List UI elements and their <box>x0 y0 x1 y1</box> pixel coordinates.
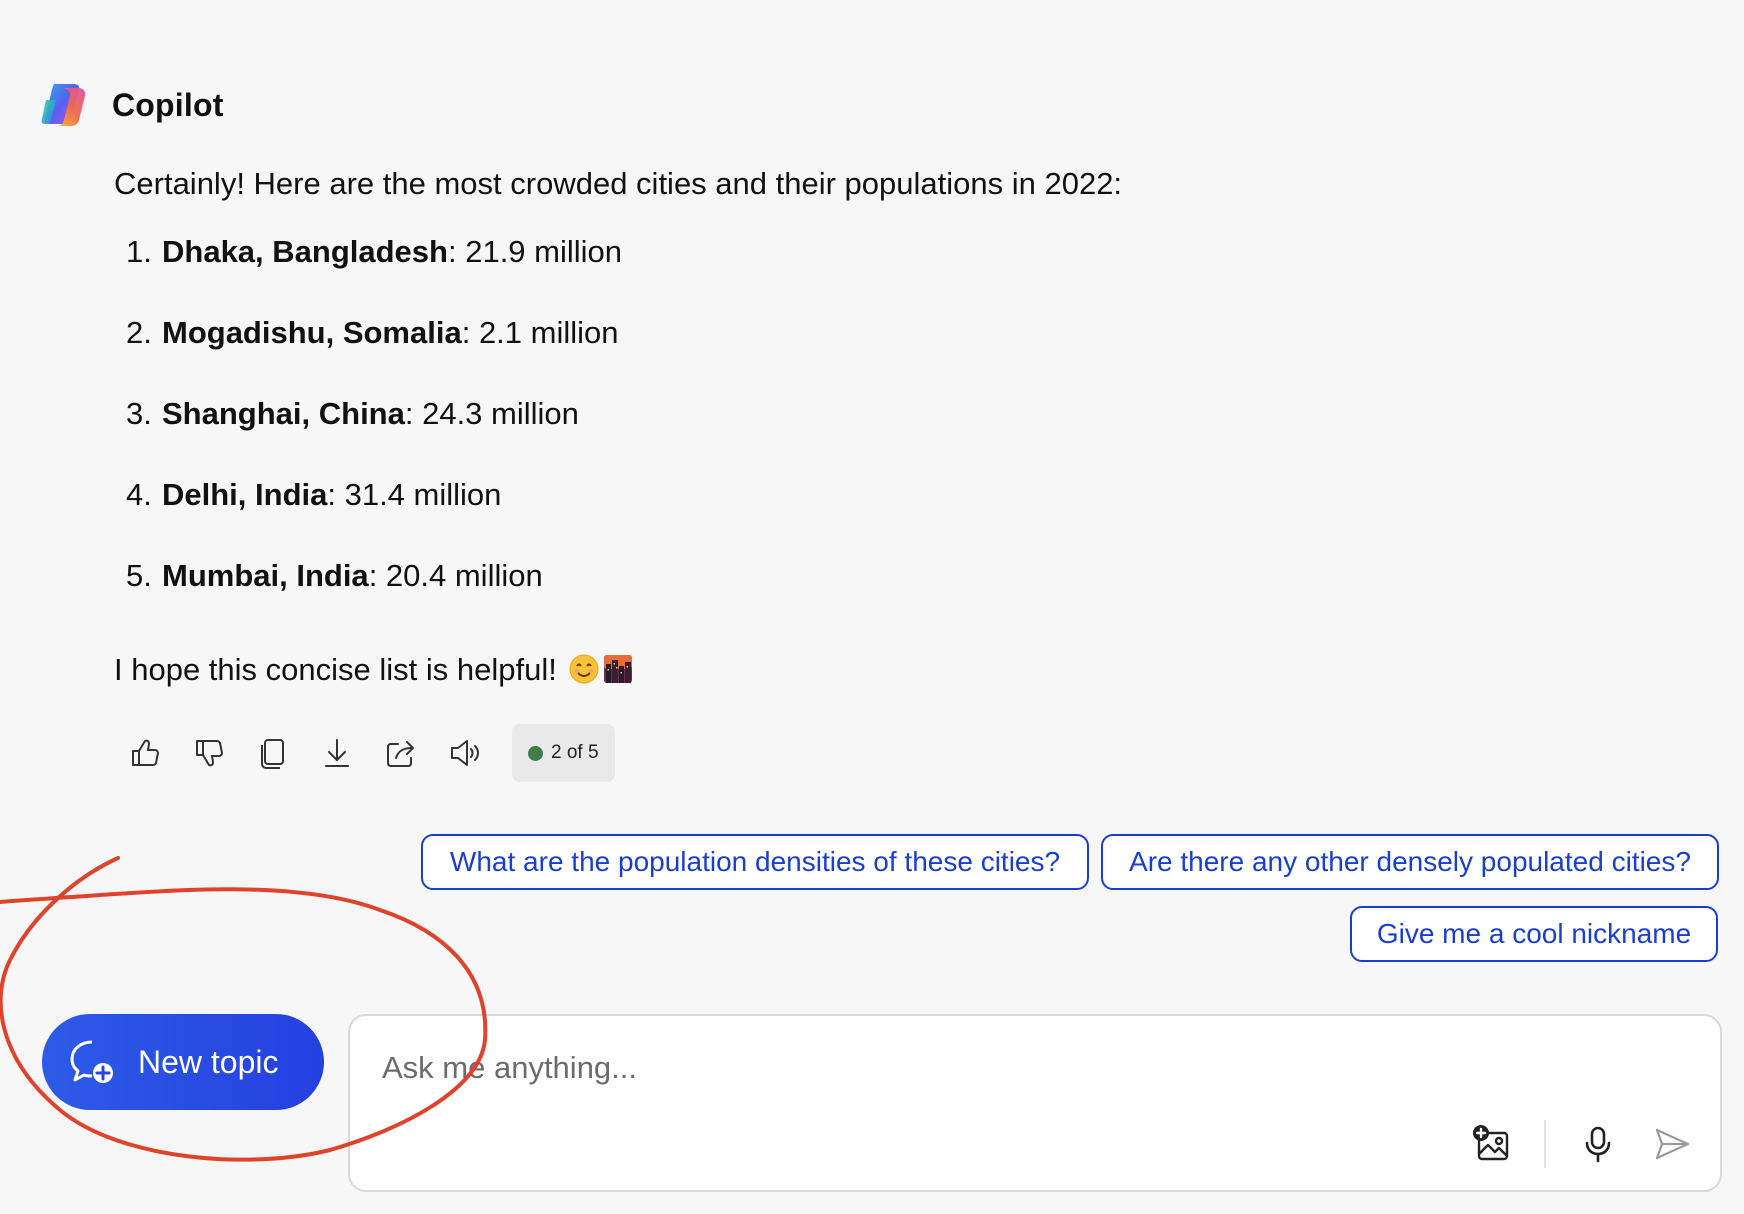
chat-input-box <box>348 1014 1722 1192</box>
status-dot <box>528 745 543 761</box>
list-item: 4. Delhi, India : 31.4 million <box>114 473 1614 517</box>
suggestion-chip[interactable]: Are there any other densely populated ci… <box>1101 834 1719 890</box>
list-item: 2. Mogadishu, Somalia : 2.1 million <box>114 311 1614 355</box>
list-number: 3. <box>126 396 152 431</box>
new-chat-icon <box>68 1038 116 1086</box>
input-divider <box>1544 1120 1546 1168</box>
add-image-icon[interactable] <box>1470 1122 1514 1166</box>
closing-text: I hope this concise list is helpful! <box>114 652 557 687</box>
app-title: Copilot <box>112 86 224 123</box>
assistant-message: Certainly! Here are the most crowded cit… <box>114 162 1614 687</box>
suggestion-chip[interactable]: Give me a cool nickname <box>1350 906 1718 962</box>
city-population: : 21.9 million <box>447 234 623 269</box>
city-population: : 31.4 million <box>327 477 502 512</box>
new-topic-label: New topic <box>138 1043 279 1080</box>
microphone-icon[interactable] <box>1576 1122 1620 1166</box>
city-name: Mogadishu, Somalia <box>162 315 462 350</box>
list-item: 5. Mumbai, India : 20.4 million <box>114 554 1614 598</box>
list-number: 5. <box>126 558 152 593</box>
list-item: 3. Shanghai, China : 24.3 million <box>114 392 1614 436</box>
thumbs-down-icon[interactable] <box>190 734 228 772</box>
city-population: : 20.4 million <box>368 558 543 593</box>
list-number: 4. <box>126 477 152 512</box>
input-tools <box>1470 1120 1694 1168</box>
city-population: : 24.3 million <box>404 396 579 431</box>
chat-header: Copilot <box>40 80 224 130</box>
city-name: Shanghai, China <box>162 396 405 431</box>
new-topic-button[interactable]: New topic <box>42 1014 324 1110</box>
smiling-face-emoji <box>569 654 599 684</box>
download-icon[interactable] <box>318 734 356 772</box>
response-counter-badge: 2 of 5 <box>512 724 615 782</box>
chat-input[interactable] <box>380 1042 1664 1094</box>
read-aloud-icon[interactable] <box>446 734 484 772</box>
message-actions-toolbar: 2 of 5 <box>126 724 615 782</box>
list-number: 2. <box>126 315 152 350</box>
cityscape-emoji <box>604 655 633 683</box>
city-list: 1. Dhaka, Bangladesh : 21.9 million 2. M… <box>114 230 1614 598</box>
city-name: Mumbai, India <box>162 558 369 593</box>
city-population: : 2.1 million <box>461 315 619 350</box>
city-name: Dhaka, Bangladesh <box>162 234 448 269</box>
copy-icon[interactable] <box>254 734 292 772</box>
send-icon[interactable] <box>1650 1122 1694 1166</box>
list-number: 1. <box>126 234 152 269</box>
city-name: Delhi, India <box>162 477 328 512</box>
copilot-logo-icon <box>41 84 86 126</box>
suggestion-chip[interactable]: What are the population densities of the… <box>421 834 1089 890</box>
share-icon[interactable] <box>382 734 420 772</box>
message-closing: I hope this concise list is helpful! <box>114 648 633 692</box>
list-item: 1. Dhaka, Bangladesh : 21.9 million <box>114 230 1614 274</box>
message-intro: Certainly! Here are the most crowded cit… <box>114 166 1123 201</box>
thumbs-up-icon[interactable] <box>126 734 164 772</box>
response-counter: 2 of 5 <box>551 742 599 763</box>
